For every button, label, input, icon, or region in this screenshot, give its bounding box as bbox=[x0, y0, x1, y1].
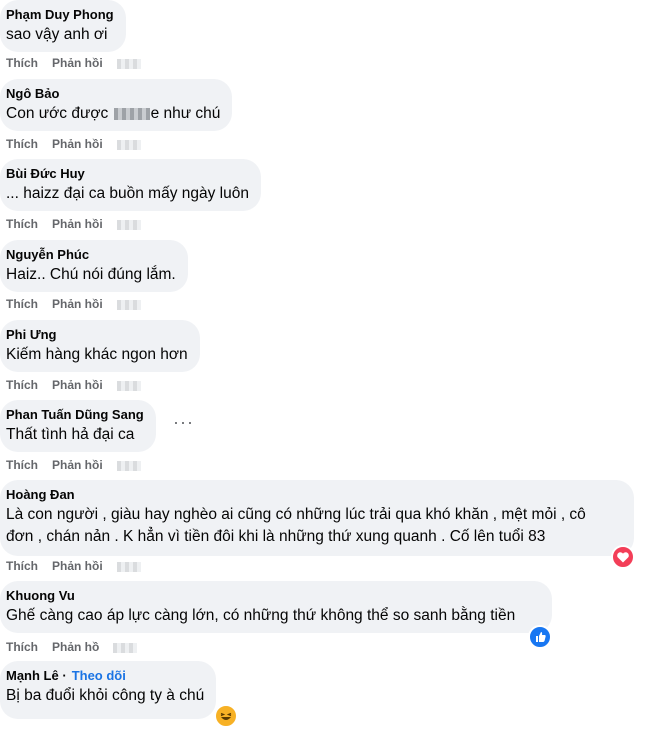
redacted-timestamp bbox=[116, 139, 141, 150]
reply-button[interactable]: Phản hồi bbox=[52, 137, 103, 151]
comment-actions: Thích Phản hồ bbox=[6, 639, 138, 655]
comment: Phan Tuấn Dũng Sang Thất tình hả đại ca bbox=[0, 400, 156, 452]
like-button[interactable]: Thích bbox=[6, 217, 38, 231]
comment-author[interactable]: Phi Ưng bbox=[6, 326, 188, 343]
like-button[interactable]: Thích bbox=[6, 56, 38, 70]
comment-author[interactable]: Mạnh Lê bbox=[6, 668, 59, 683]
like-button[interactable]: Thích bbox=[6, 640, 38, 654]
reply-button[interactable]: Phản hồi bbox=[52, 458, 103, 472]
comment-bubble: Phạm Duy Phong sao vậy anh ơi bbox=[0, 0, 126, 52]
comment-text: Kiếm hàng khác ngon hơn bbox=[6, 346, 188, 363]
comment-text: sao vậy anh ơi bbox=[6, 26, 108, 43]
reply-button[interactable]: Phản hồi bbox=[52, 217, 103, 231]
comment-text: ... haizz đại ca buồn mấy ngày luôn bbox=[6, 185, 249, 202]
more-options-icon[interactable]: ··· bbox=[173, 412, 194, 433]
like-button[interactable]: Thích bbox=[6, 378, 38, 392]
love-reaction-icon[interactable] bbox=[611, 545, 635, 569]
reply-button[interactable]: Phản hồi bbox=[52, 297, 103, 311]
comment: Nguyễn Phúc Haiz.. Chú nói đúng lắm. bbox=[0, 240, 188, 292]
like-button[interactable]: Thích bbox=[6, 297, 38, 311]
redacted-timestamp bbox=[116, 460, 141, 471]
redacted-timestamp bbox=[116, 58, 141, 69]
comment: Hoàng Đan Là con người , giàu hay nghèo … bbox=[0, 480, 634, 556]
like-button[interactable]: Thích bbox=[6, 137, 38, 151]
comment-actions: Thích Phản hồi bbox=[6, 296, 141, 312]
comment-bubble: Phan Tuấn Dũng Sang Thất tình hả đại ca bbox=[0, 400, 156, 452]
comment: Phạm Duy Phong sao vậy anh ơi bbox=[0, 0, 126, 52]
comment-author[interactable]: Hoàng Đan bbox=[6, 486, 622, 503]
comment-actions: Thích Phản hồi bbox=[6, 136, 141, 152]
comment-text: Haiz.. Chú nói đúng lắm. bbox=[6, 266, 176, 283]
follow-link[interactable]: Theo dõi bbox=[72, 668, 126, 683]
comment-bubble: Khuong Vu Ghế càng cao áp lực càng lớn, … bbox=[0, 581, 552, 633]
reply-button[interactable]: Phản hồi bbox=[52, 56, 103, 70]
comment-bubble: Nguyễn Phúc Haiz.. Chú nói đúng lắm. bbox=[0, 240, 188, 292]
comment-bubble: Bùi Đức Huy ... haizz đại ca buồn mấy ng… bbox=[0, 159, 261, 211]
comment-text: Thất tình hả đại ca bbox=[6, 426, 135, 443]
comment-text: Con ước được e như chú bbox=[6, 103, 220, 125]
comment-actions: Thích Phản hồi bbox=[6, 457, 141, 473]
comment-actions: Thích Phản hồi bbox=[6, 377, 141, 393]
comment-bubble: Mạnh Lê · Theo dõi Bị ba đuổi khỏi công t… bbox=[0, 661, 217, 719]
reply-button[interactable]: Phản hồi bbox=[52, 378, 103, 392]
comment: Mạnh Lê · Theo dõi Bị ba đuổi khỏi công t… bbox=[0, 661, 217, 719]
comment-actions: Thích Phản hồi bbox=[6, 55, 141, 71]
comment-text: Ghế càng cao áp lực càng lớn, có những t… bbox=[6, 607, 516, 624]
comment-author[interactable]: Bùi Đức Huy bbox=[6, 165, 249, 182]
reply-button[interactable]: Phản hồ bbox=[52, 640, 99, 654]
comment-author[interactable]: Ngô Bảo bbox=[6, 85, 220, 102]
comment-bubble: Ngô Bảo Con ước được e như chú bbox=[0, 79, 233, 131]
comment: Khuong Vu Ghế càng cao áp lực càng lớn, … bbox=[0, 581, 552, 633]
like-button[interactable]: Thích bbox=[6, 559, 38, 573]
comment-text-line1: Là con người , giàu hay nghèo ai cũng có… bbox=[6, 506, 586, 523]
redacted-word bbox=[113, 107, 150, 120]
comment-author[interactable]: Khuong Vu bbox=[6, 587, 540, 604]
redacted-timestamp bbox=[116, 219, 141, 230]
comment-author[interactable]: Nguyễn Phúc bbox=[6, 246, 176, 263]
redacted-timestamp bbox=[116, 299, 141, 310]
haha-reaction-icon[interactable] bbox=[214, 704, 238, 728]
comment-text: Bị ba đuổi khỏi công ty à chú bbox=[6, 687, 205, 704]
like-reaction-icon[interactable] bbox=[528, 625, 552, 649]
comment-text-before: Con ước được bbox=[6, 105, 109, 122]
like-button[interactable]: Thích bbox=[6, 458, 38, 472]
redacted-timestamp bbox=[116, 380, 141, 391]
comment: Ngô Bảo Con ước được e như chú bbox=[0, 79, 233, 131]
comment-actions: Thích Phản hồi bbox=[6, 216, 141, 232]
comment-author[interactable]: Phan Tuấn Dũng Sang bbox=[6, 406, 144, 423]
comment-author[interactable]: Phạm Duy Phong bbox=[6, 6, 114, 23]
comment-bubble: Hoàng Đan Là con người , giàu hay nghèo … bbox=[0, 480, 634, 556]
comment-bubble: Phi Ưng Kiếm hàng khác ngon hơn bbox=[0, 320, 200, 372]
redacted-timestamp bbox=[113, 642, 138, 653]
comment-author-row: Mạnh Lê · Theo dõi bbox=[6, 668, 126, 683]
redacted-timestamp bbox=[116, 561, 141, 572]
reply-button[interactable]: Phản hồi bbox=[52, 559, 103, 573]
comment-text-after: e như chú bbox=[150, 105, 221, 122]
comment-actions: Thích Phản hồi bbox=[6, 558, 141, 574]
comment-text-line2: đơn , chán nản . K hẳn vì tiền đôi khi l… bbox=[6, 528, 546, 545]
comment: Bùi Đức Huy ... haizz đại ca buồn mấy ng… bbox=[0, 159, 261, 211]
comment: Phi Ưng Kiếm hàng khác ngon hơn bbox=[0, 320, 200, 372]
